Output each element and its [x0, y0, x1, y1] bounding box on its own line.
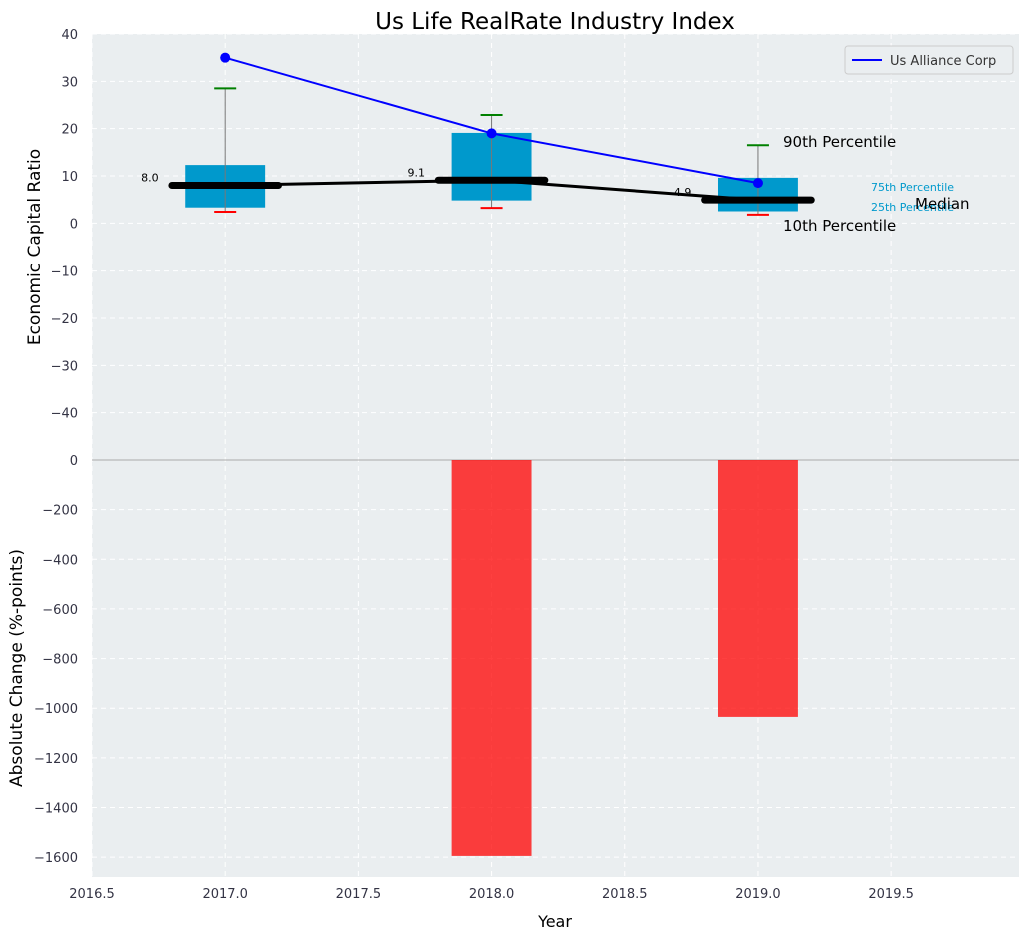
- y-tick-label: 20: [61, 123, 78, 138]
- y-tick-label: −800: [42, 653, 78, 668]
- median-label: 9.1: [407, 166, 425, 179]
- chart-title: Us Life RealRate Industry Index: [375, 9, 735, 35]
- y-tick-label: 0: [70, 217, 78, 232]
- x-tick-label: 2017.5: [336, 887, 382, 902]
- y-axis-label-top: Economic Capital Ratio: [25, 149, 45, 345]
- y-tick-label: −10: [51, 265, 78, 280]
- y-tick-label: 40: [61, 28, 78, 43]
- y-tick-label: 10: [61, 170, 78, 185]
- x-tick-label: 2018.5: [602, 887, 648, 902]
- y-tick-label: −1200: [34, 752, 78, 767]
- x-tick-label: 2016.5: [69, 887, 115, 902]
- annotation-p90: 90th Percentile: [783, 133, 896, 151]
- x-tick-label: 2018.0: [469, 887, 515, 902]
- x-tick-label: 2017.0: [202, 887, 248, 902]
- y-tick-label: −200: [42, 504, 78, 519]
- y-tick-label: 30: [61, 75, 78, 90]
- median-label: 8.0: [141, 171, 159, 184]
- y-tick-label: −1000: [34, 702, 78, 717]
- y-axis-label-bottom: Absolute Change (%-points): [7, 549, 27, 787]
- annotation-p10: 10th Percentile: [783, 217, 896, 235]
- x-tick-label: 2019.5: [868, 887, 914, 902]
- company-point: [220, 52, 231, 63]
- x-axis-label: Year: [537, 912, 572, 931]
- annotation-median: Median: [915, 195, 970, 213]
- y-tick-label: −600: [42, 603, 78, 618]
- y-tick-label: −20: [51, 312, 78, 327]
- legend-label: Us Alliance Corp: [890, 54, 996, 69]
- y-tick-label: −1400: [34, 802, 78, 817]
- y-tick-label: −40: [51, 407, 78, 422]
- plot-background: [92, 34, 1019, 877]
- y-tick-label: −30: [51, 359, 78, 374]
- x-tick-label: 2019.0: [735, 887, 781, 902]
- chart: 2016.5 2017.0 2017.5 2018.0 2018.5 2019.0 2019…: [7, 9, 1019, 931]
- y-tick-label: −1600: [34, 851, 78, 866]
- annotation-q75: 75th Percentile: [871, 181, 954, 194]
- y-tick-label: 0: [70, 454, 78, 469]
- company-point: [752, 178, 763, 189]
- company-point: [486, 128, 497, 139]
- change-bar: [717, 460, 798, 717]
- change-bar: [451, 460, 532, 856]
- y-tick-label: −400: [42, 553, 78, 568]
